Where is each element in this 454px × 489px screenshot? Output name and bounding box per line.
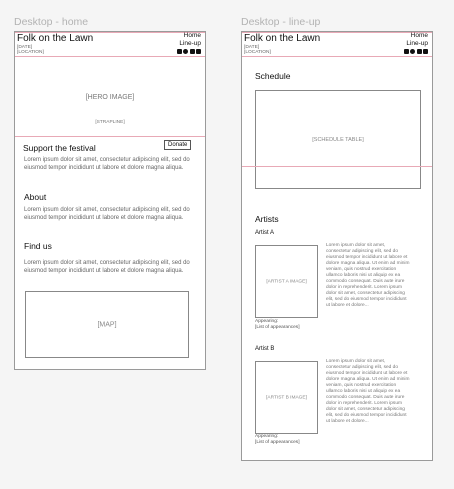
nav-lineup[interactable]: Line-up (406, 40, 428, 48)
find-us-text: Lorem ipsum dolor sit amet, consectetur … (24, 260, 190, 274)
main-nav: Home Line-up (179, 32, 201, 48)
artists-heading: Artists (255, 214, 279, 224)
artist-b-appearances: [List of appearances] (255, 440, 300, 445)
donate-button[interactable]: Donate (164, 140, 192, 150)
nav-home[interactable]: Home (179, 32, 201, 40)
artist-a-name: Artist A (255, 230, 275, 236)
home-frame: Folk on the Lawn [DATE] [LOCATION] Home … (14, 31, 206, 370)
email-icon[interactable] (196, 49, 201, 54)
support-text: Lorem ipsum dolor sit amet, consectetur … (24, 157, 190, 171)
find-us-heading: Find us (24, 241, 52, 251)
artist-b-name: Artist B (255, 346, 275, 352)
artist-b-image-label: [ARTIST B IMAGE] (266, 395, 307, 400)
frame-label-home: Desktop - home (14, 16, 89, 28)
twitter-icon[interactable] (189, 49, 195, 54)
artist-a-image-label: [ARTIST A IMAGE] (266, 279, 307, 284)
facebook-icon[interactable] (403, 49, 409, 54)
site-title[interactable]: Folk on the Lawn (17, 33, 93, 44)
guide-line (242, 56, 432, 57)
strapline: [STRAPLINE] (95, 120, 125, 125)
hero-image-placeholder: [HERO IMAGE] (85, 94, 135, 101)
instagram-icon[interactable] (410, 49, 415, 54)
about-heading: About (24, 192, 47, 202)
support-heading: Support the festival (23, 143, 96, 153)
instagram-icon[interactable] (183, 49, 188, 54)
schedule-table-placeholder: [SCHEDULE TABLE] (255, 90, 421, 189)
lineup-frame: Folk on the Lawn [DATE] [LOCATION] Home … (241, 31, 433, 461)
frame-label-lineup: Desktop - line-up (241, 16, 321, 28)
artist-b-image: [ARTIST B IMAGE] (255, 361, 318, 434)
artist-a-bio: Lorem ipsum dolor sit amet, consectetur … (326, 243, 410, 308)
guide-line (242, 166, 432, 167)
guide-line (15, 56, 205, 57)
map-placeholder[interactable]: [MAP] (25, 291, 189, 358)
social-links (176, 49, 201, 54)
guide-line (15, 136, 205, 137)
artist-a-appearances: [List of appearances] (255, 325, 300, 330)
main-nav: Home Line-up (406, 32, 428, 48)
social-links (403, 49, 428, 54)
nav-lineup[interactable]: Line-up (179, 40, 201, 48)
schedule-table-label: [SCHEDULE TABLE] (312, 136, 364, 143)
site-title[interactable]: Folk on the Lawn (244, 33, 320, 44)
nav-home[interactable]: Home (406, 32, 428, 40)
artist-a-image: [ARTIST A IMAGE] (255, 245, 318, 318)
about-text: Lorem ipsum dolor sit amet, consectetur … (24, 207, 190, 221)
twitter-icon[interactable] (416, 49, 422, 54)
schedule-heading: Schedule (255, 71, 291, 81)
artist-b-bio: Lorem ipsum dolor sit amet, consectetur … (326, 359, 410, 424)
map-label: [MAP] (97, 321, 117, 328)
facebook-icon[interactable] (176, 49, 182, 54)
email-icon[interactable] (423, 49, 428, 54)
